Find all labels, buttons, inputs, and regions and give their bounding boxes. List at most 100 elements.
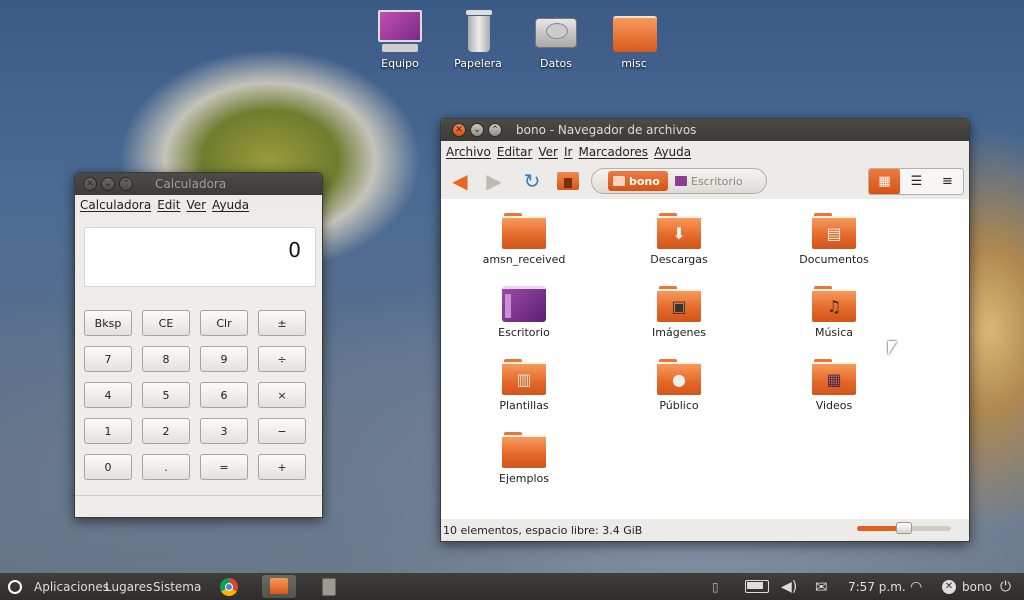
trash-icon [455,10,501,54]
menu-ayuda[interactable]: Ayuda [212,198,249,212]
desktop-icon-label: Papelera [454,57,502,70]
maximize-icon[interactable]: ⌃ [488,123,502,137]
home-icon[interactable] [555,168,581,194]
music-folder-icon: ♫ [812,286,856,322]
calculator-display: 0 [84,227,316,287]
calc-button[interactable]: ÷ [258,346,306,372]
desktop-icon-equipo[interactable]: Equipo [365,10,435,70]
close-icon[interactable]: ✕ [83,177,97,191]
reload-icon[interactable]: ↻ [519,168,545,194]
menu-marcadores[interactable]: Marcadores [578,145,648,159]
calc-button[interactable]: 5 [142,382,190,408]
minimize-icon[interactable]: ⌄ [470,123,484,137]
network-device-icon[interactable]: ▯ [712,573,719,600]
breadcrumb-bono[interactable]: bono [608,171,668,191]
breadcrumb-escritorio[interactable]: Escritorio [670,171,764,191]
home-icon [613,176,625,186]
wifi-icon[interactable]: ◠ [910,573,922,600]
menu-edit[interactable]: Edit [157,198,180,212]
folder-item[interactable]: amsn_received [469,213,579,266]
folder-item[interactable]: ▥ Plantillas [469,359,579,412]
calc-button[interactable]: 6 [200,382,248,408]
calc-button[interactable]: Clr [200,310,248,336]
chrome-icon[interactable] [220,573,238,600]
person-icon: ● [672,369,686,389]
templates-folder-icon: ▥ [502,359,546,395]
menu-lugares[interactable]: Lugares [105,573,152,600]
volume-icon[interactable]: ◀) [781,573,797,600]
calc-button[interactable]: − [258,418,306,444]
folder-label: Plantillas [499,399,549,412]
calculator-titlebar[interactable]: ✕ ⌄ ⌃ Calculadora [75,173,322,195]
menu-ver[interactable]: Ver [186,198,206,212]
calculator-menubar: Calculadora Edit Ver Ayuda [75,195,322,215]
menu-aplicaciones[interactable]: Aplicaciones [34,573,109,600]
calc-button[interactable]: 3 [200,418,248,444]
folder-item[interactable]: ● Público [624,359,734,412]
compact-view-icon[interactable]: ≡ [932,169,963,194]
folder-item[interactable]: ⬇ Descargas [624,213,734,266]
calc-button[interactable]: 9 [200,346,248,372]
calc-button[interactable]: = [200,454,248,480]
calc-button[interactable]: CE [142,310,190,336]
power-icon[interactable]: ⏻ [1000,573,1011,600]
calc-button[interactable]: Bksp [84,310,132,336]
calc-button[interactable]: 2 [142,418,190,444]
calc-button[interactable]: 7 [84,346,132,372]
calc-button[interactable]: ± [258,310,306,336]
ubuntu-logo-icon[interactable] [8,573,22,600]
zoom-slider-knob[interactable] [896,522,912,534]
list-view-icon[interactable]: ☰ [901,169,932,194]
desktop-icon-papelera[interactable]: Papelera [443,10,513,70]
calc-button[interactable]: . [142,454,190,480]
desktop-icon-label: Equipo [381,57,419,70]
breadcrumb-label: bono [629,174,660,188]
menu-calculadora[interactable]: Calculadora [80,198,151,212]
back-arrow-icon[interactable]: ◀ [447,168,473,194]
calc-button[interactable]: 0 [84,454,132,480]
folder-item[interactable]: ▣ Imágenes [624,286,734,339]
task-file-browser[interactable] [262,575,296,598]
calc-button[interactable]: 8 [142,346,190,372]
battery-icon[interactable] [745,573,769,600]
close-icon[interactable]: ✕ [452,123,466,137]
file-browser-titlebar[interactable]: ✕ ⌄ ⌃ bono - Navegador de archivos [441,119,969,141]
calc-button[interactable]: 4 [84,382,132,408]
calc-button[interactable]: × [258,382,306,408]
mail-icon[interactable]: ✉ [815,573,828,600]
calc-button[interactable]: 1 [84,418,132,444]
calc-button[interactable]: + [258,454,306,480]
icon-view-icon[interactable]: ▦ [869,169,900,194]
desktop-folder-icon [502,286,546,322]
menu-sistema[interactable]: Sistema [153,573,201,600]
desktop-icon-misc[interactable]: misc [599,10,669,70]
folder-item[interactable]: ▦ Videos [779,359,889,412]
user-name[interactable]: bono [962,573,992,600]
breadcrumb-label: Escritorio [691,174,743,188]
folder-label: Imágenes [652,326,706,339]
zoom-slider[interactable] [857,522,951,534]
download-arrow-icon: ⬇ [672,223,686,243]
maximize-icon[interactable]: ⌃ [119,177,133,191]
folder-icon [611,10,657,54]
folder-item[interactable]: ♫ Música [779,286,889,339]
music-note-icon: ♫ [826,296,842,316]
folder-item[interactable]: Escritorio [469,286,579,339]
status-text: 10 elementos, espacio libre: 3.4 GiB [443,523,643,537]
menu-editar[interactable]: Editar [497,145,533,159]
clock[interactable]: 7:57 p.m. [848,573,906,600]
menu-ver[interactable]: Ver [538,145,558,159]
task-calculator[interactable] [312,575,346,598]
picture-icon: ▣ [671,296,687,316]
user-status-icon[interactable]: ✕ [942,573,956,600]
menu-ayuda[interactable]: Ayuda [654,145,691,159]
menu-archivo[interactable]: Archivo [446,145,491,159]
document-icon: ▤ [826,223,842,243]
folder-item[interactable]: ▤ Documentos [779,213,889,266]
forward-arrow-icon[interactable]: ▶ [481,168,507,194]
folder-icon [502,213,546,249]
menu-ir[interactable]: Ir [564,145,572,159]
desktop-icon-datos[interactable]: Datos [521,10,591,70]
folder-item[interactable]: Ejemplos [469,432,579,485]
minimize-icon[interactable]: ⌄ [101,177,115,191]
